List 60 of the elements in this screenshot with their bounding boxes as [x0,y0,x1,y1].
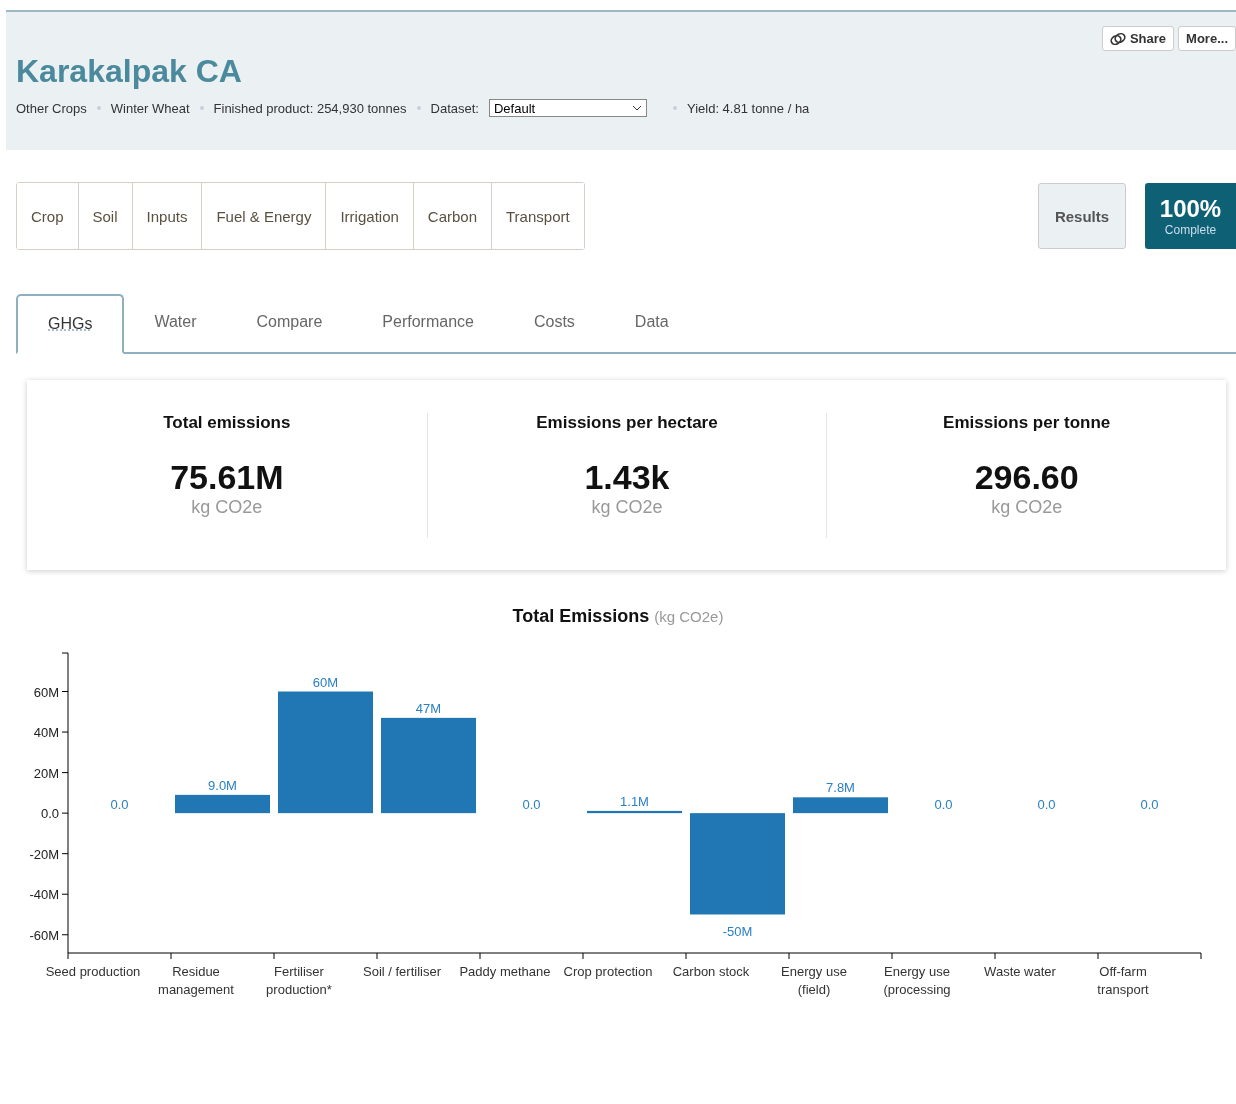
value-label: 0.0 [109,797,129,813]
x-category-label: Energy use (processing [882,963,952,999]
value-label: 1.1M [619,793,649,809]
tab[interactable]: Water [124,292,227,352]
tab[interactable]: Data [604,292,699,352]
x-category-label: Paddy methane [458,963,552,981]
y-tick-label: 40M [33,725,59,741]
x-category-label: Carbon stock [671,963,751,981]
x-category-label: Waste water [983,963,1057,981]
y-tick-label: -40M [28,887,59,903]
dataset-select[interactable]: Default [488,99,647,117]
tab[interactable]: Performance [352,292,504,352]
meta-text: Finished product: 254,930 tonnes [213,100,407,116]
metric-title: Emissions per hectare [536,412,718,433]
dataset-label: Dataset: [430,100,479,116]
x-category-label: Energy use (field) [780,963,848,999]
link-icon [1109,31,1126,46]
x-category-label: Soil / fertiliser [362,963,442,981]
progress-label: Complete [1164,223,1217,237]
metric-unit: kg CO2e [591,496,663,518]
tab[interactable]: GHGs [16,294,125,354]
value-label: 7.8M [825,780,855,796]
x-category-label: Crop protection [562,963,654,981]
x-category-label: Fertiliser production* [265,963,333,999]
meta-text: Winter Wheat [110,100,190,116]
value-label: 0.0 [933,797,953,813]
y-tick-label: -20M [28,846,59,862]
page-title: Karakalpak CA [16,52,243,91]
value-label: 0.0 [1036,797,1056,813]
chevron-icon [631,105,642,111]
chart-title: Total Emissions (kg CO2e) [512,606,724,627]
meta-text: Other Crops [16,100,87,116]
y-tick-label: 60M [33,684,59,700]
value-label: 9.0M [207,777,237,793]
value-label: -50M [722,924,752,940]
metric-title: Emissions per tonne [943,412,1111,433]
y-tick-label: -60M [28,927,59,943]
metric-title: Total emissions [163,412,291,433]
more-button[interactable]: More... [1178,26,1236,51]
metric-value: 75.61M [170,456,284,497]
y-tick-label: 0.0 [40,806,59,822]
x-category-label: Residue management [157,963,235,999]
value-label: 0.0 [1139,797,1159,813]
progress-percent: 100% [1159,195,1222,223]
metric-value: 296.60 [974,456,1079,497]
results-button[interactable]: Results [1038,183,1126,249]
value-label: 60M [312,674,338,690]
tab[interactable]: Compare [226,292,353,352]
value-label: 0.0 [521,797,541,813]
metric-unit: kg CO2e [191,496,263,518]
metric-value: 1.43k [584,456,670,497]
value-label: 47M [415,700,441,716]
meta-text: Yield: 4.81 tonne / ha [686,100,810,116]
tab[interactable]: Costs [503,292,605,352]
share-button[interactable]: Share [1101,26,1175,51]
metric-unit: kg CO2e [991,496,1063,518]
x-category-label: Seed production [44,963,142,981]
section-tab[interactable]: Transport [491,183,584,249]
y-tick-label: 20M [33,765,59,781]
x-category-label: Off-farm transport [1096,963,1150,999]
